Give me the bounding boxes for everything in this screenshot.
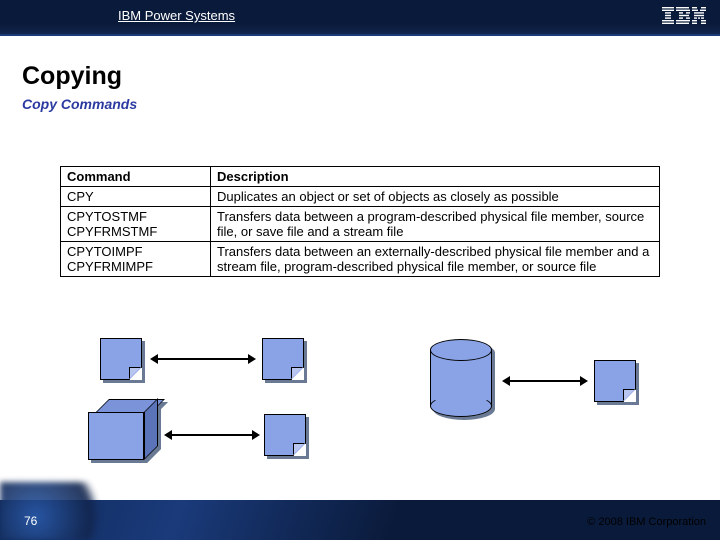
- note-icon: [594, 360, 636, 402]
- cell-command: CPYTOSTMF CPYFRMSTMF: [61, 207, 211, 242]
- page-number: 76: [24, 514, 37, 528]
- cylinder-icon: [430, 350, 492, 406]
- double-arrow-icon: [158, 358, 248, 360]
- page-title: Copying: [22, 62, 122, 91]
- col-header-command: Command: [61, 167, 211, 187]
- cell-description: Duplicates an object or set of objects a…: [211, 187, 660, 207]
- note-icon: [262, 338, 304, 380]
- note-icon: [100, 338, 142, 380]
- table-row: CPY Duplicates an object or set of objec…: [61, 187, 660, 207]
- header-bar: IBM Power Systems: [0, 0, 720, 36]
- cell-description: Transfers data between an externally-des…: [211, 242, 660, 277]
- cell-command: CPY: [61, 187, 211, 207]
- ibm-logo-icon: [662, 7, 706, 30]
- double-arrow-icon: [510, 380, 580, 382]
- note-icon: [264, 414, 306, 456]
- table-row: CPYTOIMPF CPYFRMIMPF Transfers data betw…: [61, 242, 660, 277]
- cell-command: CPYTOIMPF CPYFRMIMPF: [61, 242, 211, 277]
- cube-icon: [88, 412, 144, 460]
- table-header-row: Command Description: [61, 167, 660, 187]
- page-subtitle: Copy Commands: [22, 96, 137, 112]
- col-header-description: Description: [211, 167, 660, 187]
- slide-root: IBM Power Systems: [0, 0, 720, 540]
- header-title: IBM Power Systems: [118, 8, 235, 23]
- cell-description: Transfers data between a program-describ…: [211, 207, 660, 242]
- footer-decoration: [0, 482, 120, 540]
- diagram-area: [60, 330, 660, 470]
- table-row: CPYTOSTMF CPYFRMSTMF Transfers data betw…: [61, 207, 660, 242]
- double-arrow-icon: [172, 434, 252, 436]
- commands-table: Command Description CPY Duplicates an ob…: [60, 166, 660, 277]
- copyright-text: © 2008 IBM Corporation: [587, 516, 706, 528]
